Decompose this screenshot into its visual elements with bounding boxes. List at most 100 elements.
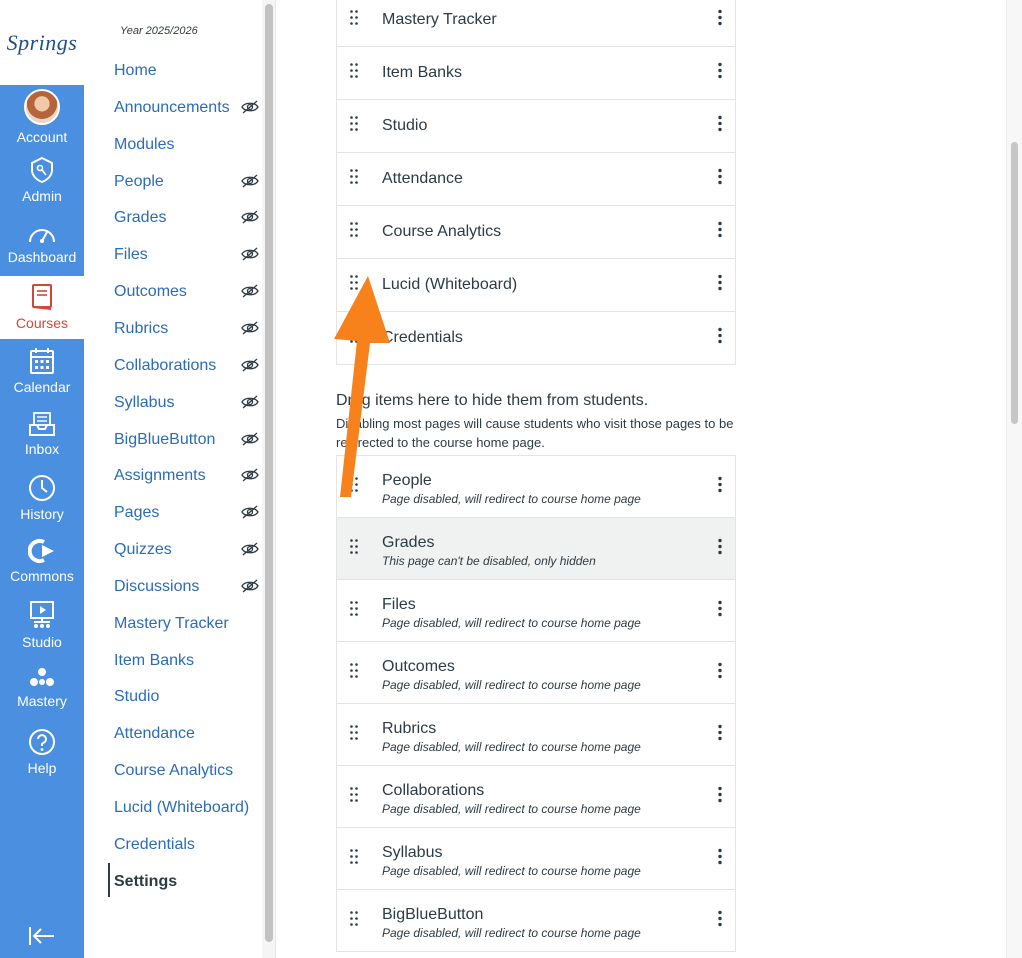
more-options-icon[interactable] <box>717 327 723 350</box>
more-options-icon[interactable] <box>717 221 723 244</box>
drag-handle-icon[interactable] <box>349 909 359 932</box>
more-options-icon[interactable] <box>717 62 723 85</box>
course-nav-credentials[interactable]: Credentials <box>114 833 259 857</box>
drag-handle-icon[interactable] <box>349 847 359 870</box>
inbox-icon <box>28 411 56 437</box>
nav-item-row[interactable]: Attendance <box>337 152 735 205</box>
drag-handle-icon[interactable] <box>349 62 359 85</box>
hidden-item-note: This page can't be disabled, only hidden <box>382 554 596 568</box>
global-nav-courses[interactable]: Courses <box>0 275 84 339</box>
drag-handle-icon[interactable] <box>349 168 359 191</box>
course-nav-quizzes[interactable]: Quizzes <box>114 538 259 562</box>
course-nav-outcomes[interactable]: Outcomes <box>114 280 259 304</box>
drag-handle-icon[interactable] <box>349 599 359 622</box>
drag-handle-icon[interactable] <box>349 8 359 31</box>
course-nav-bigbluebutton[interactable]: BigBlueButton <box>114 428 259 452</box>
more-options-icon[interactable] <box>717 661 723 684</box>
hidden-item-row[interactable]: Collaborations Page disabled, will redire… <box>337 765 735 827</box>
global-nav-admin[interactable]: Admin <box>0 149 84 212</box>
hidden-eye-icon <box>241 579 259 598</box>
global-nav-label: Help <box>27 759 57 776</box>
drag-handle-icon[interactable] <box>349 221 359 244</box>
avatar <box>24 88 60 125</box>
global-nav-studio[interactable]: Studio <box>0 593 84 656</box>
course-nav-course-analytics[interactable]: Course Analytics <box>114 759 259 783</box>
global-nav-account[interactable]: Account <box>0 85 84 148</box>
nav-item-row[interactable]: Studio <box>337 99 735 152</box>
course-nav-discussions[interactable]: Discussions <box>114 575 259 599</box>
more-options-icon[interactable] <box>717 847 723 870</box>
hidden-eye-icon <box>241 358 259 377</box>
course-nav-label: Outcomes <box>114 283 187 301</box>
nav-item-row[interactable]: Course Analytics <box>337 205 735 258</box>
course-nav-label: Mastery Tracker <box>114 614 229 632</box>
more-options-icon[interactable] <box>717 115 723 138</box>
course-nav-scroll-thumb[interactable] <box>265 4 273 942</box>
course-nav-grades[interactable]: Grades <box>114 206 259 230</box>
nav-item-row[interactable]: Lucid (Whiteboard) <box>337 258 735 311</box>
course-nav-mastery-tracker[interactable]: Mastery Tracker <box>114 612 259 636</box>
hidden-item-note: Page disabled, will redirect to course h… <box>382 864 641 878</box>
global-nav-help[interactable]: Help <box>0 720 84 783</box>
drag-handle-icon[interactable] <box>349 537 359 560</box>
hidden-item-row[interactable]: People Page disabled, will redirect to co… <box>337 455 735 517</box>
course-nav-settings[interactable]: Settings <box>114 870 259 894</box>
drag-handle-icon[interactable] <box>349 475 359 498</box>
more-options-icon[interactable] <box>717 785 723 808</box>
hidden-item-row[interactable]: Syllabus Page disabled, will redirect to … <box>337 827 735 889</box>
global-nav-history[interactable]: History <box>0 466 84 529</box>
term-label: Year 2025/2026 <box>120 25 198 37</box>
course-nav-studio[interactable]: Studio <box>114 685 259 709</box>
hidden-item-row[interactable]: Outcomes Page disabled, will redirect to … <box>337 641 735 703</box>
course-nav-announcements[interactable]: Announcements <box>114 96 259 120</box>
nav-item-row[interactable]: Mastery Tracker <box>337 0 735 46</box>
course-nav-collaborations[interactable]: Collaborations <box>114 354 259 378</box>
global-nav-inbox[interactable]: Inbox <box>0 403 84 466</box>
more-options-icon[interactable] <box>717 8 723 31</box>
more-options-icon[interactable] <box>717 537 723 560</box>
global-nav-dashboard[interactable]: Dashboard <box>0 212 84 275</box>
hidden-item-row[interactable]: Files Page disabled, will redirect to cou… <box>337 579 735 641</box>
drag-handle-icon[interactable] <box>349 327 359 350</box>
hidden-item-row[interactable]: BigBlueButton Page disabled, will redirec… <box>337 889 735 951</box>
course-nav-files[interactable]: Files <box>114 243 259 267</box>
course-nav-home[interactable]: Home <box>114 59 259 83</box>
collapse-nav-icon[interactable] <box>26 924 58 948</box>
more-options-icon[interactable] <box>717 909 723 932</box>
hidden-nav-items-list: People Page disabled, will redirect to co… <box>336 455 736 952</box>
nav-item-row[interactable]: Item Banks <box>337 46 735 99</box>
course-nav-attendance[interactable]: Attendance <box>114 722 259 746</box>
nav-item-row[interactable]: Credentials <box>337 311 735 364</box>
course-navigation: Year 2025/2026 Home Announcements Modules P… <box>84 0 262 958</box>
clock-icon <box>28 474 56 502</box>
course-nav-rubrics[interactable]: Rubrics <box>114 317 259 341</box>
course-nav-assignments[interactable]: Assignments <box>114 464 259 488</box>
nav-item-name: Credentials <box>382 329 463 346</box>
course-nav-lucid-whiteboard[interactable]: Lucid (Whiteboard) <box>114 796 259 820</box>
course-nav-pages[interactable]: Pages <box>114 501 259 525</box>
hidden-item-row[interactable]: Grades This page can't be disabled, only … <box>337 517 735 579</box>
course-nav-people[interactable]: People <box>114 170 259 194</box>
main-scroll-thumb[interactable] <box>1011 142 1018 424</box>
calendar-icon <box>29 347 55 375</box>
more-options-icon[interactable] <box>717 274 723 297</box>
course-nav-syllabus[interactable]: Syllabus <box>114 391 259 415</box>
drag-handle-icon[interactable] <box>349 661 359 684</box>
global-nav-commons[interactable]: Commons <box>0 530 84 593</box>
drag-handle-icon[interactable] <box>349 274 359 297</box>
hidden-item-row[interactable]: Rubrics Page disabled, will redirect to c… <box>337 703 735 765</box>
school-logo[interactable]: Springs <box>0 0 84 85</box>
global-nav-calendar[interactable]: Calendar <box>0 339 84 402</box>
more-options-icon[interactable] <box>717 599 723 622</box>
drag-handle-icon[interactable] <box>349 723 359 746</box>
course-nav-modules[interactable]: Modules <box>114 133 259 157</box>
global-nav-label: Admin <box>22 188 62 204</box>
drag-handle-icon[interactable] <box>349 115 359 138</box>
drag-handle-icon[interactable] <box>349 785 359 808</box>
course-nav-item-banks[interactable]: Item Banks <box>114 649 259 673</box>
more-options-icon[interactable] <box>717 168 723 191</box>
more-options-icon[interactable] <box>717 723 723 746</box>
global-nav-mastery[interactable]: Mastery <box>0 657 84 720</box>
more-options-icon[interactable] <box>717 475 723 498</box>
hidden-eye-icon <box>241 247 259 266</box>
